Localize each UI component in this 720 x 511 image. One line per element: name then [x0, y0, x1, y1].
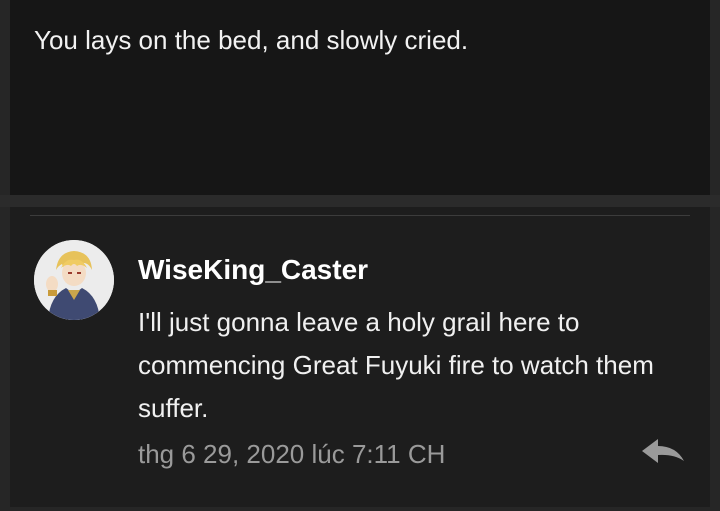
- reply-button[interactable]: [640, 437, 686, 467]
- post-text: You lays on the bed, and slowly cried.: [34, 25, 469, 55]
- avatar-image: [34, 240, 114, 320]
- divider: [30, 215, 690, 216]
- story-post: You lays on the bed, and slowly cried.: [10, 0, 710, 195]
- section-separator: [0, 195, 720, 207]
- avatar[interactable]: [34, 240, 114, 320]
- reply-icon: [642, 439, 684, 463]
- page: You lays on the bed, and slowly cried. W…: [0, 0, 720, 511]
- comment-item: WiseKing_Caster I'll just gonna leave a …: [10, 207, 710, 507]
- comment-timestamp: thg 6 29, 2020 lúc 7:11 CH: [138, 439, 446, 469]
- comment-text: I'll just gonna leave a holy grail here …: [138, 307, 654, 423]
- comment-username[interactable]: WiseKing_Caster: [138, 253, 368, 287]
